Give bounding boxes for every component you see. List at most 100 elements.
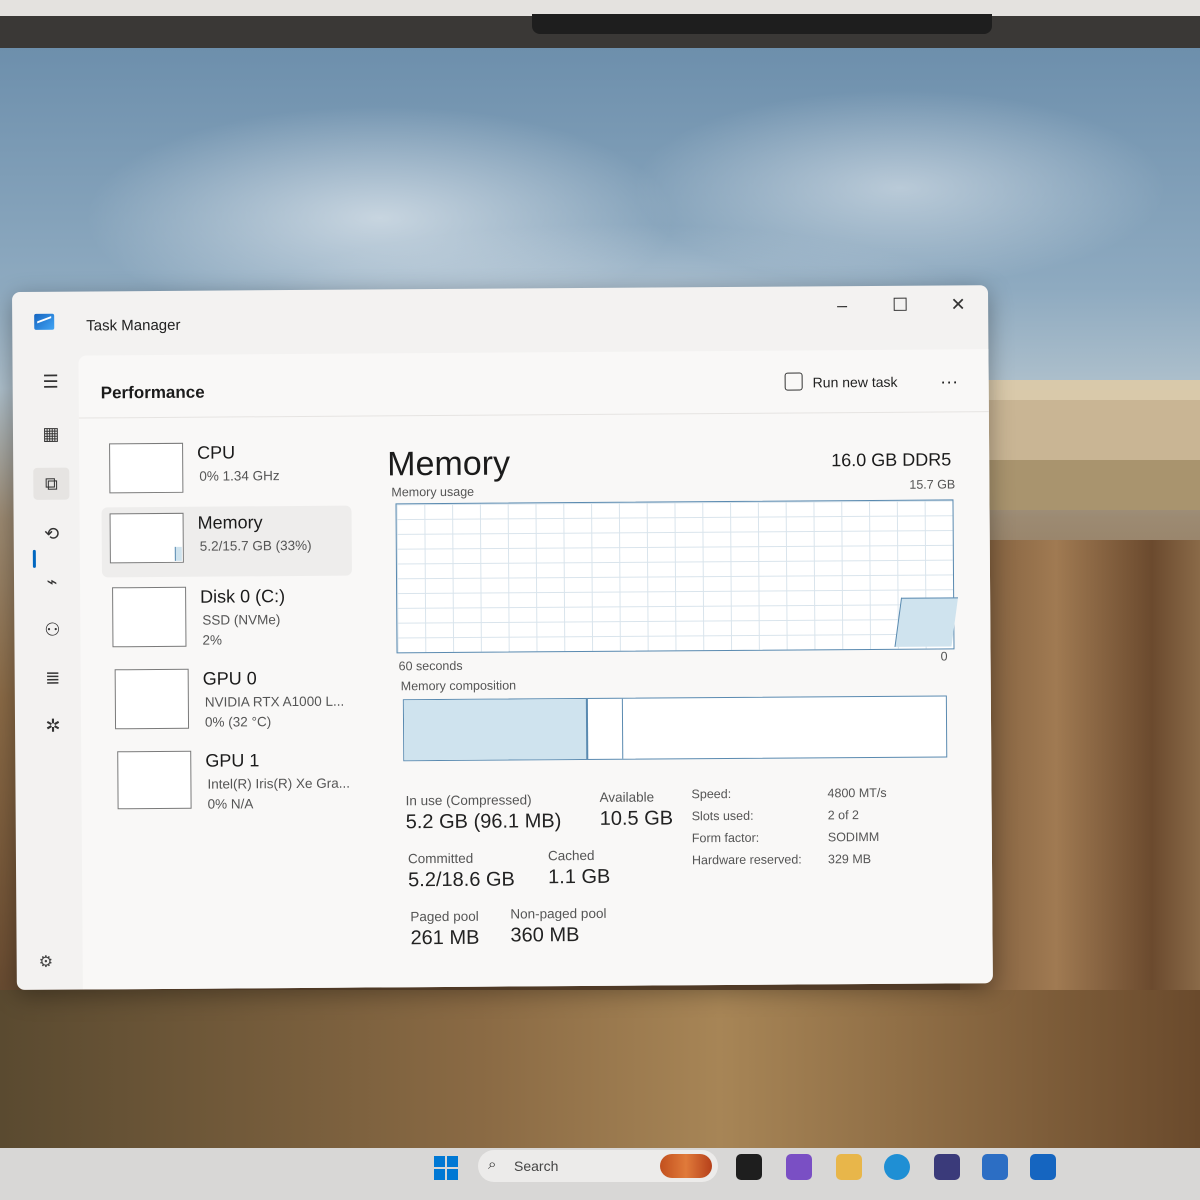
cached-value: 1.1 GB	[548, 865, 611, 889]
device-cpu[interactable]: CPU 0% 1.34 GHz	[101, 436, 351, 508]
non-paged-pool-label: Non-paged pool	[510, 905, 607, 922]
speed-value: 4800 MT/s	[827, 785, 887, 801]
nav-startup-apps-button[interactable]: ⌁	[34, 566, 70, 598]
speed-label: Speed:	[691, 786, 732, 802]
available-label: Available	[599, 789, 655, 805]
device-name: GPU 0	[202, 668, 257, 689]
outlook-icon[interactable]	[982, 1154, 1008, 1180]
graph-time-end: 0	[940, 649, 948, 664]
device-stats: 5.2/15.7 GB (33%)	[199, 537, 312, 554]
detail-title: Memory	[387, 444, 511, 484]
memory-composition-bar	[402, 695, 948, 762]
webcam-notch	[532, 14, 992, 34]
nav-processes-button[interactable]: ▦	[33, 418, 69, 450]
memory-spec: 16.0 GB DDR5	[831, 449, 952, 471]
task-manager-app-icon	[34, 313, 55, 330]
memory-usage-max: 15.7 GB	[909, 477, 956, 492]
nav-users-button[interactable]: ⚇	[34, 614, 70, 646]
device-stats-secondary: 2%	[202, 632, 223, 648]
window-title: Task Manager	[86, 316, 181, 335]
navigation-rail: ☰ ▦ ⧉ ⟲ ⌁ ⚇ ≣ ✲ ⚙	[12, 356, 82, 990]
hamburger-menu-button[interactable]: ☰	[33, 366, 69, 398]
device-gpu-1[interactable]: GPU 1 Intel(R) Iris(R) Xe Gra... 0% N/A	[109, 744, 359, 816]
edge-browser-icon[interactable]	[884, 1154, 910, 1180]
paged-pool-label: Paged pool	[410, 908, 479, 925]
device-gpu-0[interactable]: GPU 0 NVIDIA RTX A1000 L... 0% (32 °C)	[107, 662, 357, 734]
wallpaper-valley	[0, 990, 1200, 1150]
maximize-button[interactable]: ☐	[876, 290, 924, 320]
store-icon[interactable]	[934, 1154, 960, 1180]
windows-logo-pane	[434, 1156, 445, 1167]
copilot-icon[interactable]	[786, 1154, 812, 1180]
hardware-reserved-value: 329 MB	[827, 852, 872, 867]
windows-logo-pane	[434, 1169, 445, 1180]
form-factor-value: SODIMM	[827, 829, 880, 845]
nav-details-button[interactable]: ≣	[35, 662, 71, 694]
cached-label: Cached	[547, 847, 595, 864]
device-name: Memory	[197, 512, 263, 533]
memory-usage-fill	[894, 597, 959, 647]
run-task-icon	[784, 372, 803, 391]
device-stats: Intel(R) Iris(R) Xe Gra...	[207, 775, 351, 792]
task-view-icon[interactable]	[736, 1154, 762, 1180]
device-name: CPU	[197, 442, 236, 463]
wallpaper-building	[984, 380, 1200, 510]
hardware-reserved-label: Hardware reserved:	[691, 852, 802, 868]
search-icon: ⌕	[488, 1156, 497, 1173]
device-stats: NVIDIA RTX A1000 L...	[204, 693, 345, 710]
run-new-task-button[interactable]: Run new task	[784, 372, 898, 391]
performance-page: Performance Run new task ... CPU 0% 1.34…	[78, 349, 993, 990]
committed-label: Committed	[407, 850, 474, 867]
available-value: 10.5 GB	[599, 807, 674, 830]
device-stats-secondary: 0% N/A	[207, 796, 254, 812]
graph-time-span: 60 seconds	[398, 658, 463, 674]
task-manager-taskbar-icon[interactable]	[1030, 1154, 1056, 1180]
search-placeholder: Search	[514, 1158, 559, 1174]
page-title: Performance	[100, 382, 205, 403]
device-stats: 0% 1.34 GHz	[199, 468, 280, 484]
device-name: GPU 1	[205, 750, 260, 771]
device-stats-secondary: 0% (32 °C)	[204, 714, 272, 730]
form-factor-label: Form factor:	[691, 830, 760, 846]
windows-logo-pane	[447, 1156, 458, 1167]
committed-value: 5.2/18.6 GB	[408, 868, 515, 892]
composition-in-use	[403, 698, 589, 761]
nav-services-button[interactable]: ✲	[35, 710, 71, 742]
slots-used-value: 2 of 2	[827, 808, 860, 823]
taskbar-search-box[interactable]: ⌕ Search	[478, 1150, 718, 1182]
memory-usage-label: Memory usage	[391, 484, 475, 500]
device-thumbnail-graph	[109, 442, 184, 494]
file-explorer-icon[interactable]	[836, 1154, 862, 1180]
paged-pool-value: 261 MB	[410, 926, 480, 950]
device-stats: SSD (NVMe)	[202, 612, 281, 628]
settings-icon[interactable]: ⚙	[39, 952, 53, 972]
in-use-value: 5.2 GB (96.1 MB)	[405, 810, 562, 834]
search-highlight-image	[660, 1154, 712, 1178]
page-header: Performance Run new task ...	[78, 349, 989, 419]
device-thumbnail-graph	[114, 668, 190, 730]
device-thumbnail-graph	[109, 512, 184, 564]
memory-thumbnail-fill	[174, 546, 182, 561]
memory-composition-label: Memory composition	[400, 678, 517, 694]
laptop-bezel	[0, 0, 1200, 48]
device-memory[interactable]: Memory 5.2/15.7 GB (33%)	[101, 505, 352, 578]
windows-logo-pane	[447, 1169, 458, 1180]
windows-start-button[interactable]	[434, 1156, 458, 1180]
task-manager-window: Task Manager – ☐ ✕ ☰ ▦ ⧉ ⟲ ⌁ ⚇ ≣ ✲ ⚙ Per…	[12, 285, 993, 990]
non-paged-pool-value: 360 MB	[510, 924, 580, 947]
nav-app-history-button[interactable]: ⟲	[34, 518, 70, 550]
device-disk[interactable]: Disk 0 (C:) SSD (NVMe) 2%	[104, 580, 354, 652]
device-name: Disk 0 (C:)	[200, 586, 286, 607]
in-use-label: In use (Compressed)	[405, 792, 532, 809]
device-thumbnail-graph	[112, 586, 187, 648]
more-options-button[interactable]: ...	[941, 367, 959, 388]
run-new-task-label: Run new task	[812, 373, 898, 391]
title-bar[interactable]: Task Manager – ☐ ✕	[12, 285, 988, 356]
nav-performance-button[interactable]: ⧉	[33, 467, 70, 500]
device-thumbnail-graph	[117, 750, 192, 810]
slots-used-label: Slots used:	[691, 808, 754, 824]
minimize-button[interactable]: –	[818, 290, 866, 320]
composition-modified	[587, 698, 624, 759]
close-button[interactable]: ✕	[934, 289, 982, 319]
memory-usage-graph	[395, 499, 959, 654]
